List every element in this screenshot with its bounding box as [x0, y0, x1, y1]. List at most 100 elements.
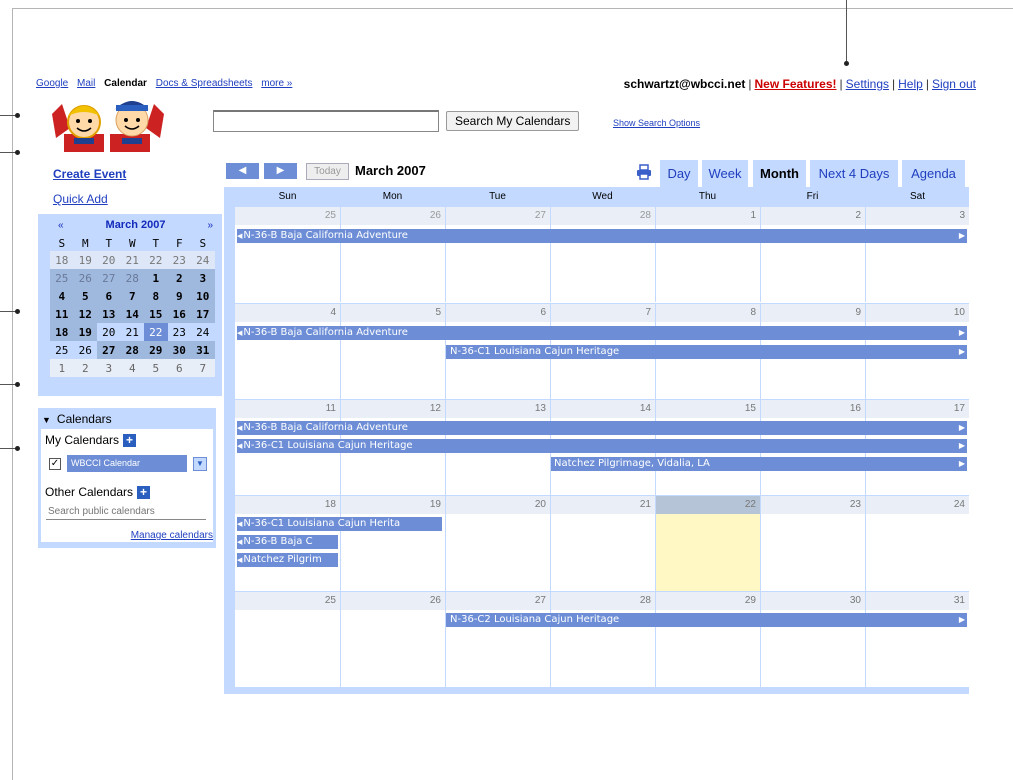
event-bar[interactable]: ◀N-36-B Baja California Adventure ▶ [237, 326, 967, 340]
mini-day[interactable]: 24 [191, 323, 215, 341]
mini-day[interactable]: 28 [120, 341, 144, 359]
mini-day[interactable]: 17 [191, 305, 215, 323]
day-cell[interactable]: 28 [550, 207, 655, 302]
day-cell[interactable]: 3 [865, 207, 969, 302]
day-cell[interactable]: 2 [760, 207, 865, 302]
mini-day[interactable]: 23 [167, 251, 191, 269]
mini-day[interactable]: 14 [120, 305, 144, 323]
event-bar[interactable]: ◀N-36-C1 Louisiana Cajun Herita [237, 517, 442, 531]
mini-day[interactable]: 26 [73, 269, 97, 287]
add-my-calendar-plus-icon[interactable]: + [123, 434, 137, 448]
mini-day[interactable]: 20 [97, 251, 121, 269]
new-features-link[interactable]: New Features! [755, 77, 837, 91]
create-event-link[interactable]: Create Event [53, 167, 126, 181]
mini-day[interactable]: 9 [167, 287, 191, 305]
event-bar[interactable]: N-36-C2 Louisiana Cajun Heritage ▶ [446, 613, 967, 627]
mini-day[interactable]: 1 [50, 359, 74, 377]
mini-day[interactable]: 5 [73, 287, 97, 305]
event-bar[interactable]: ◀N-36-C1 Louisiana Cajun Heritage ▶ [237, 439, 967, 453]
next-period-button[interactable]: ▶ [264, 163, 297, 179]
mini-day[interactable]: 6 [167, 359, 191, 377]
tab-month[interactable]: Month [753, 160, 806, 187]
mini-day[interactable]: 19 [73, 251, 97, 269]
mini-day[interactable]: 6 [97, 287, 121, 305]
mini-day[interactable]: 4 [50, 287, 74, 305]
mini-day[interactable]: 11 [50, 305, 74, 323]
day-cell[interactable]: 23 [760, 496, 865, 591]
today-button[interactable]: Today [306, 163, 349, 180]
mini-day[interactable]: 20 [97, 323, 121, 341]
mini-day[interactable]: 29 [144, 341, 168, 359]
mini-day[interactable]: 15 [144, 305, 168, 323]
help-link[interactable]: Help [898, 77, 923, 91]
mini-day[interactable]: 2 [73, 359, 97, 377]
mini-day[interactable]: 18 [50, 251, 74, 269]
mini-day[interactable]: 24 [191, 251, 215, 269]
day-cell[interactable]: 21 [550, 496, 655, 591]
event-bar[interactable]: ◀N-36-B Baja C [237, 535, 338, 549]
mini-day[interactable]: 16 [167, 305, 191, 323]
event-bar[interactable]: N-36-C1 Louisiana Cajun Heritage ▶ [446, 345, 967, 359]
mini-day[interactable]: 13 [97, 305, 121, 323]
mini-day[interactable]: 30 [167, 341, 191, 359]
chevron-down-icon[interactable]: ▼ [193, 456, 207, 471]
mini-day[interactable]: 5 [144, 359, 168, 377]
day-cell[interactable]: 30 [760, 592, 865, 687]
settings-link[interactable]: Settings [846, 77, 889, 91]
day-cell[interactable]: 27 [445, 592, 550, 687]
day-cell[interactable]: 31 [865, 592, 969, 687]
day-cell[interactable]: 4 [235, 304, 340, 399]
day-cell[interactable]: 24 [865, 496, 969, 591]
mini-day[interactable]: 4 [120, 359, 144, 377]
day-cell[interactable]: 1 [655, 207, 760, 302]
mini-day[interactable]: 27 [97, 341, 121, 359]
mini-day[interactable]: 25 [50, 341, 74, 359]
tab-day[interactable]: Day [660, 160, 698, 187]
day-cell[interactable]: 20 [445, 496, 550, 591]
print-icon[interactable] [636, 164, 652, 180]
nav-google-link[interactable]: Google [36, 78, 68, 89]
nav-more-link[interactable]: more » [261, 78, 292, 89]
day-cell[interactable]: 25 [235, 592, 340, 687]
nav-mail-link[interactable]: Mail [77, 78, 95, 89]
search-input[interactable] [213, 110, 439, 132]
mini-day[interactable]: 21 [120, 251, 144, 269]
event-bar[interactable]: ◀N-36-B Baja California Adventure ▶ [237, 421, 967, 435]
mini-day[interactable]: 22 [144, 251, 168, 269]
event-bar[interactable]: ◀N-36-B Baja California Adventure ▶ [237, 229, 967, 243]
mini-day[interactable]: 3 [97, 359, 121, 377]
wbcci-calendar-checkbox[interactable]: ✓ [49, 457, 61, 470]
day-cell[interactable]: 26 [340, 207, 445, 302]
wbcci-calendar-chip[interactable]: WBCCI Calendar [67, 455, 187, 472]
mini-day[interactable]: 26 [73, 341, 97, 359]
search-public-calendars-input[interactable] [46, 504, 206, 520]
sign-out-link[interactable]: Sign out [932, 77, 976, 91]
mini-day[interactable]: 27 [97, 269, 121, 287]
mini-day[interactable]: 18 [50, 323, 74, 341]
day-cell[interactable]: 19 [340, 496, 445, 591]
mini-prev-month-button[interactable]: « [58, 220, 64, 231]
mini-day[interactable]: 7 [120, 287, 144, 305]
add-other-calendar-plus-icon[interactable]: + [137, 486, 151, 500]
day-cell-today[interactable]: 22 [655, 496, 760, 591]
show-search-options-link[interactable]: Show Search Options [613, 118, 700, 128]
day-cell[interactable]: 25 [235, 207, 340, 302]
day-cell[interactable]: 29 [655, 592, 760, 687]
tab-agenda[interactable]: Agenda [902, 160, 965, 187]
mini-day[interactable]: 28 [120, 269, 144, 287]
event-bar[interactable]: Natchez Pilgrimage, Vidalia, LA ▶ [551, 457, 967, 471]
mini-next-month-button[interactable]: » [207, 220, 213, 231]
mini-day[interactable]: 21 [120, 323, 144, 341]
mini-day-today[interactable]: 22 [144, 323, 168, 341]
mini-day[interactable]: 19 [73, 323, 97, 341]
mini-day[interactable]: 31 [191, 341, 215, 359]
day-cell[interactable]: 27 [445, 207, 550, 302]
day-cell[interactable]: 28 [550, 592, 655, 687]
day-cell[interactable]: 5 [340, 304, 445, 399]
tab-week[interactable]: Week [702, 160, 748, 187]
airstream-mascots-logo[interactable] [46, 94, 170, 156]
nav-docs-link[interactable]: Docs & Spreadsheets [156, 78, 253, 89]
calendars-panel-toggle[interactable]: ▼ Calendars [42, 412, 112, 426]
mini-day[interactable]: 3 [191, 269, 215, 287]
prev-period-button[interactable]: ◀ [226, 163, 259, 179]
